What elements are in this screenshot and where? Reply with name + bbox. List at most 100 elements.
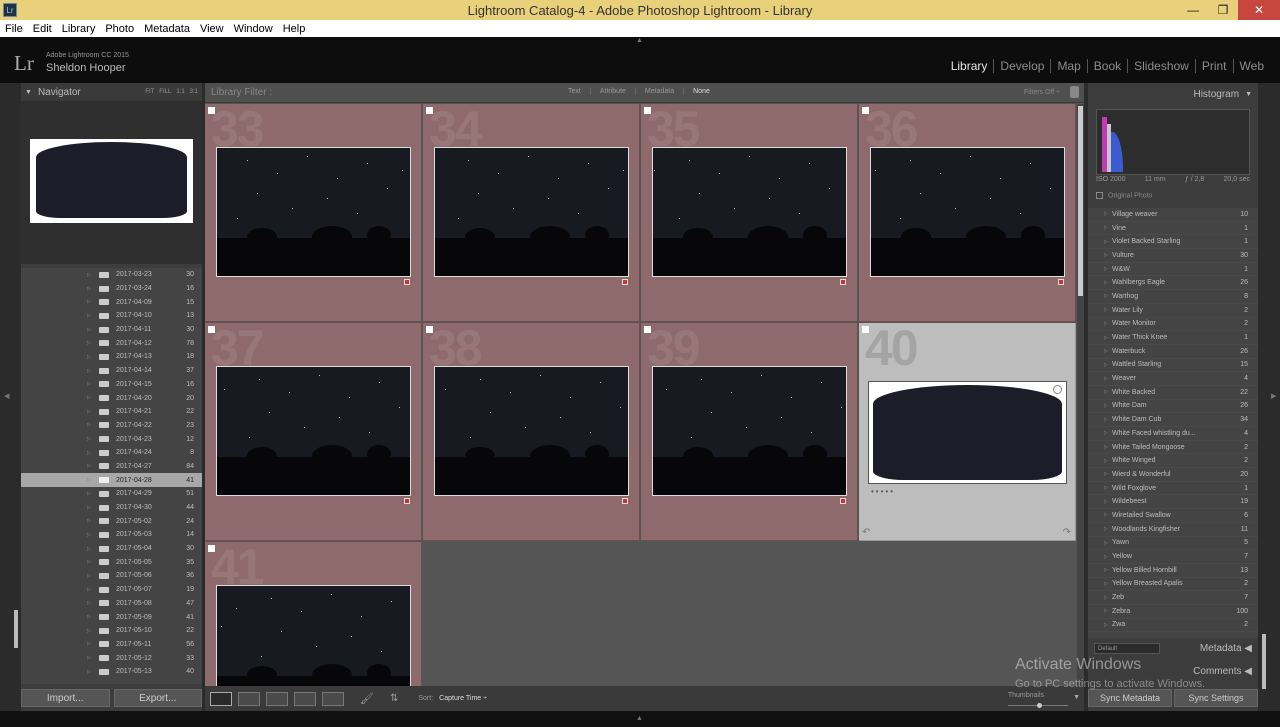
- module-book[interactable]: Book: [1086, 59, 1127, 73]
- sort-dropdown[interactable]: Capture Time ÷: [439, 695, 487, 702]
- keyword-arrow-icon[interactable]: ▷: [1104, 540, 1112, 546]
- photo-thumbnail[interactable]: [216, 585, 411, 686]
- grid-cell[interactable]: 39: [641, 323, 858, 541]
- collapse-right-icon[interactable]: ▶: [1271, 392, 1276, 400]
- flag-icon[interactable]: [862, 107, 869, 114]
- filter-text[interactable]: Text: [559, 88, 590, 95]
- folder-expand-icon[interactable]: ▷: [87, 463, 95, 469]
- keyword-arrow-icon[interactable]: ▷: [1104, 252, 1112, 258]
- keyword-row[interactable]: ▷ Village weaver 10: [1088, 208, 1258, 222]
- keyword-row[interactable]: ▷ Yellow Breasted Apalis 2: [1088, 578, 1258, 592]
- loupe-view-button[interactable]: [238, 691, 260, 706]
- close-button[interactable]: ✕: [1238, 0, 1280, 20]
- folder-expand-icon[interactable]: ▷: [87, 532, 95, 538]
- keyword-arrow-icon[interactable]: ▷: [1104, 239, 1112, 245]
- keyword-row[interactable]: ▷ White Dam Cub 34: [1088, 413, 1258, 427]
- folder-expand-icon[interactable]: ▷: [87, 600, 95, 606]
- collapse-bottom-icon[interactable]: ▲: [636, 715, 643, 722]
- zoom-fit[interactable]: FIT: [145, 89, 154, 95]
- keyword-arrow-icon[interactable]: ▷: [1104, 458, 1112, 464]
- thumbnail-size-knob[interactable]: [1037, 703, 1042, 708]
- menu-file[interactable]: File: [0, 23, 28, 35]
- flag-icon[interactable]: [426, 326, 433, 333]
- folder-expand-icon[interactable]: ▷: [87, 286, 95, 292]
- folder-expand-icon[interactable]: ▷: [87, 573, 95, 579]
- keyword-arrow-icon[interactable]: ▷: [1104, 376, 1112, 382]
- keyword-arrow-icon[interactable]: ▷: [1104, 430, 1112, 436]
- sync-settings-button[interactable]: Sync Settings: [1174, 689, 1258, 707]
- folder-row[interactable]: ▷ 2017-05-08 47: [21, 597, 202, 611]
- histogram-header[interactable]: Histogram ▼: [1088, 83, 1258, 105]
- flag-icon[interactable]: [208, 107, 215, 114]
- folder-expand-icon[interactable]: ▷: [87, 450, 95, 456]
- folder-expand-icon[interactable]: ▷: [87, 518, 95, 524]
- histogram-toggle-icon[interactable]: ▼: [1245, 91, 1252, 98]
- keyword-row[interactable]: ▷ Wiretailed Swallow 6: [1088, 509, 1258, 523]
- folder-expand-icon[interactable]: ▷: [87, 436, 95, 442]
- grid-cell[interactable]: 38: [423, 323, 640, 541]
- navigator-preview[interactable]: [21, 101, 202, 264]
- left-panel-scrollbar[interactable]: [14, 610, 18, 648]
- folder-row[interactable]: ▷ 2017-05-12 33: [21, 651, 202, 665]
- keyword-row[interactable]: ▷ Yellow 7: [1088, 550, 1258, 564]
- keyword-row[interactable]: ▷ Wattled Starling 15: [1088, 359, 1258, 373]
- keyword-arrow-icon[interactable]: ▷: [1104, 307, 1112, 313]
- filter-attribute[interactable]: Attribute: [589, 88, 635, 95]
- flag-icon[interactable]: [426, 107, 433, 114]
- menu-library[interactable]: Library: [57, 23, 101, 35]
- photo-thumbnail[interactable]: [434, 366, 629, 496]
- people-view-button[interactable]: [322, 691, 344, 706]
- folder-expand-icon[interactable]: ▷: [87, 505, 95, 511]
- folder-row[interactable]: ▷ 2017-04-20 20: [21, 391, 202, 405]
- keyword-arrow-icon[interactable]: ▷: [1104, 554, 1112, 560]
- zoom-3-1[interactable]: 3:1: [190, 89, 198, 95]
- folder-row[interactable]: ▷ 2017-04-27 84: [21, 460, 202, 474]
- right-panel-scrollbar[interactable]: [1262, 634, 1266, 689]
- menu-edit[interactable]: Edit: [28, 23, 57, 35]
- keyword-row[interactable]: ▷ White Faced whistling du... 4: [1088, 427, 1258, 441]
- keyword-row[interactable]: ▷ Wildebeest 19: [1088, 495, 1258, 510]
- keyword-row[interactable]: ▷ Zwa 2: [1088, 619, 1258, 633]
- folder-row[interactable]: ▷ 2017-03-24 16: [21, 282, 202, 296]
- folder-expand-icon[interactable]: ▷: [87, 299, 95, 305]
- folder-expand-icon[interactable]: ▷: [87, 546, 95, 552]
- collapse-left-icon[interactable]: ◀: [4, 392, 9, 400]
- original-photo-checkbox[interactable]: [1096, 192, 1103, 199]
- zoom-fill[interactable]: FILL: [159, 89, 171, 95]
- keyword-row[interactable]: ▷ Yellow Billed Hornbill 13: [1088, 564, 1258, 578]
- keyword-arrow-icon[interactable]: ▷: [1104, 335, 1112, 341]
- grid-cell[interactable]: 33: [205, 104, 422, 322]
- menu-view[interactable]: View: [195, 23, 229, 35]
- module-library[interactable]: Library: [945, 59, 994, 73]
- keyword-row[interactable]: ▷ Waterbuck 26: [1088, 345, 1258, 359]
- folder-expand-icon[interactable]: ▷: [87, 409, 95, 415]
- keyword-arrow-icon[interactable]: ▷: [1104, 348, 1112, 354]
- folder-expand-icon[interactable]: ▷: [87, 641, 95, 647]
- folder-row[interactable]: ▷ 2017-05-13 40: [21, 665, 202, 679]
- folder-row[interactable]: ▷ 2017-04-11 30: [21, 323, 202, 337]
- folder-expand-icon[interactable]: ▷: [87, 381, 95, 387]
- folder-row[interactable]: ▷ 2017-04-30 44: [21, 501, 202, 515]
- flag-icon[interactable]: [644, 107, 651, 114]
- folder-expand-icon[interactable]: ▷: [87, 587, 95, 593]
- sort-direction-icon[interactable]: ⇅: [390, 693, 398, 704]
- lock-icon[interactable]: [1070, 86, 1079, 98]
- folder-row[interactable]: ▷ 2017-05-03 14: [21, 528, 202, 542]
- collapse-top-icon[interactable]: ▲: [636, 37, 643, 44]
- folder-row[interactable]: ▷ 2017-04-10 13: [21, 309, 202, 323]
- folder-expand-icon[interactable]: ▷: [87, 477, 95, 483]
- keyword-row[interactable]: ▷ Warthog 8: [1088, 290, 1258, 304]
- flag-icon[interactable]: [208, 545, 215, 552]
- photo-thumbnail[interactable]: [216, 147, 411, 277]
- metadata-preset-dropdown[interactable]: Default: [1094, 642, 1160, 654]
- flag-icon[interactable]: [644, 326, 651, 333]
- keyword-arrow-icon[interactable]: ▷: [1104, 225, 1112, 231]
- flag-icon[interactable]: [862, 326, 869, 333]
- keyword-row[interactable]: ▷ Zebra 100: [1088, 605, 1258, 619]
- histogram-graph[interactable]: [1096, 109, 1250, 175]
- folder-expand-icon[interactable]: ▷: [87, 655, 95, 661]
- folder-row[interactable]: ▷ 2017-04-09 15: [21, 295, 202, 309]
- keyword-arrow-icon[interactable]: ▷: [1104, 526, 1112, 532]
- keyword-arrow-icon[interactable]: ▷: [1104, 321, 1112, 327]
- folder-row[interactable]: ▷ 2017-05-05 35: [21, 555, 202, 569]
